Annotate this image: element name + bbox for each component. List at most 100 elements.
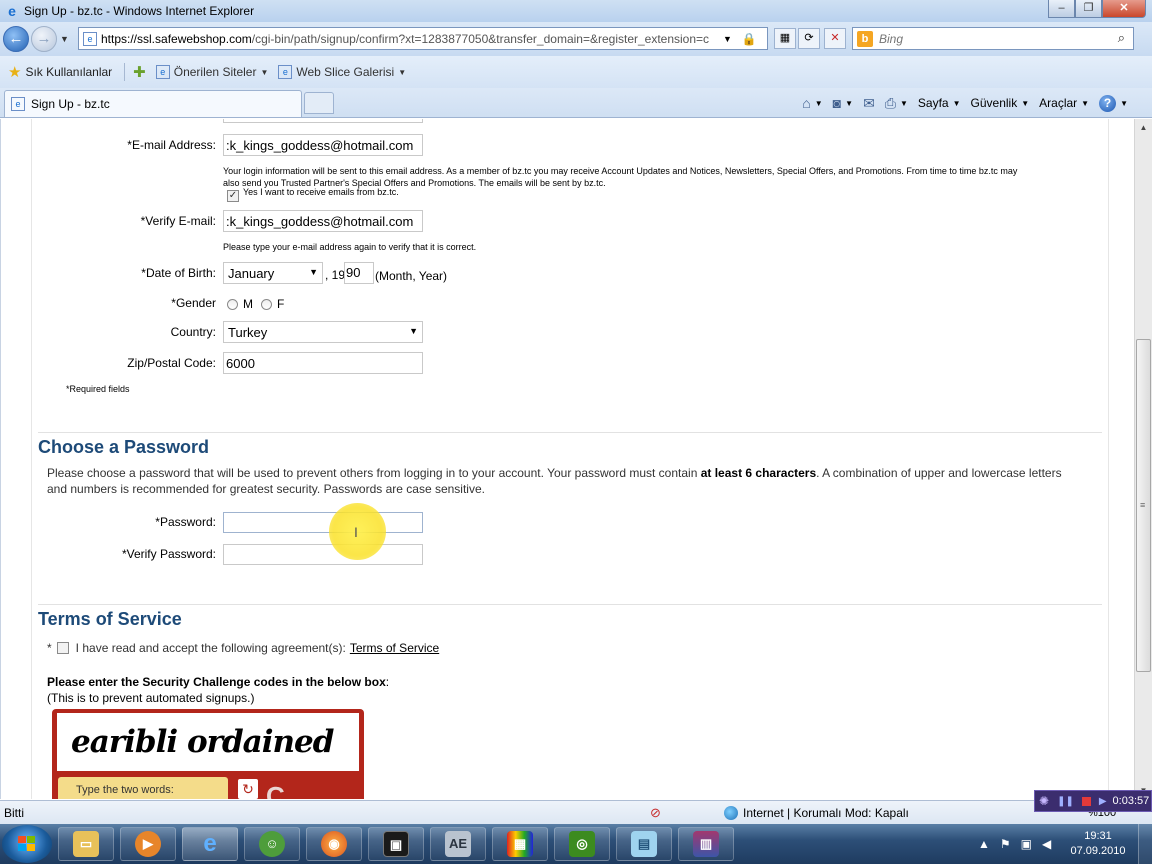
tos-link[interactable]: Terms of Service bbox=[350, 641, 439, 655]
favorites-label: Sık Kullanılanlar bbox=[25, 65, 113, 79]
gender-label: *Gender bbox=[171, 296, 216, 310]
gender-m-radio[interactable] bbox=[227, 298, 238, 310]
web-slice-gallery-label: Web Slice Galerisi bbox=[296, 65, 395, 79]
gender-f-radio[interactable] bbox=[261, 298, 272, 310]
help-menu[interactable]: ? ▼ bbox=[1099, 94, 1128, 112]
tab-signup[interactable]: e Sign Up - bz.tc bbox=[4, 90, 302, 117]
stop-recording-icon[interactable] bbox=[1081, 796, 1091, 806]
film-icon: ▦ bbox=[507, 831, 533, 857]
start-button[interactable] bbox=[2, 825, 52, 863]
status-text: Bitti bbox=[4, 806, 25, 820]
suggested-sites-link[interactable]: e Önerilen Siteler ▼ bbox=[155, 65, 268, 79]
tos-checkbox[interactable] bbox=[56, 642, 69, 654]
restore-button[interactable]: ❐ bbox=[1075, 0, 1102, 18]
search-input[interactable] bbox=[879, 31, 1109, 46]
action-center-icon[interactable]: ⚑ bbox=[1000, 837, 1011, 851]
taskbar-explorer[interactable]: ▭ bbox=[58, 827, 114, 861]
home-button[interactable]: ⌂ ▼ bbox=[802, 95, 822, 111]
password-field[interactable] bbox=[223, 512, 423, 533]
zone-text: Internet | Korumalı Mod: Kapalı bbox=[743, 806, 909, 820]
media-center-icon: ▣ bbox=[383, 831, 409, 857]
taskbar-media-center[interactable]: ▣ bbox=[368, 827, 424, 861]
pause-icon[interactable]: ❚❚ bbox=[1057, 796, 1074, 807]
after-effects-icon: AE bbox=[445, 831, 471, 857]
search-icon[interactable]: ⌕ bbox=[1118, 30, 1125, 46]
captcha-refresh-icon[interactable]: ↻ bbox=[238, 779, 258, 799]
minimize-button[interactable]: ‒ bbox=[1048, 0, 1075, 18]
vertical-scrollbar[interactable]: ▲ ≡ ▼ bbox=[1134, 119, 1152, 799]
text-cursor-icon: I bbox=[354, 524, 358, 540]
optin-checkbox[interactable]: ✓ bbox=[227, 190, 239, 202]
clock[interactable]: 19:31 07.09.2010 bbox=[1068, 829, 1128, 859]
mail-button[interactable]: ✉ bbox=[863, 95, 875, 112]
scroll-up-icon[interactable]: ▲ bbox=[1135, 119, 1152, 136]
new-tab-button[interactable] bbox=[304, 92, 334, 114]
dob-year-prefix: , 19 bbox=[325, 268, 346, 282]
taskbar-media-player[interactable]: ▶ bbox=[120, 827, 176, 861]
page-menu[interactable]: Sayfa ▼ bbox=[918, 96, 961, 110]
taskbar-internet-explorer[interactable]: e bbox=[182, 827, 238, 861]
country-select[interactable]: Turkey ▼ bbox=[223, 321, 423, 343]
scroll-thumb[interactable]: ≡ bbox=[1136, 339, 1151, 672]
print-icon: ⎙ bbox=[884, 94, 896, 111]
taskbar: ▭ ▶ e ☺ ◉ ▣ AE ▦ ◎ ▤ ▥ ▲ ⚑ ▣ ◀ 19:31 07.… bbox=[0, 824, 1152, 864]
dob-year-field[interactable]: 90 bbox=[344, 262, 374, 284]
recording-time: 0:03:57 bbox=[1112, 795, 1150, 807]
stop-icon[interactable]: ✕ bbox=[824, 28, 846, 49]
country-label: Country: bbox=[170, 325, 216, 339]
tab-label: Sign Up - bz.tc bbox=[31, 97, 110, 111]
search-box[interactable]: b ⌕ bbox=[852, 27, 1134, 50]
safety-menu[interactable]: Güvenlik ▼ bbox=[971, 96, 1030, 110]
web-slice-gallery-link[interactable]: e Web Slice Galerisi ▼ bbox=[278, 65, 406, 79]
refresh-icon[interactable]: ⟳ bbox=[798, 28, 820, 49]
taskbar-nvidia[interactable]: ◎ bbox=[554, 827, 610, 861]
tray-expand-icon[interactable]: ▲ bbox=[978, 837, 990, 851]
url-text[interactable]: https://ssl.safewebshop.com/cgi-bin/path… bbox=[101, 32, 717, 46]
print-button[interactable]: ⎙ ▼ bbox=[885, 95, 908, 112]
taskbar-messenger[interactable]: ☺ bbox=[244, 827, 300, 861]
tos-accept-label: I have read and accept the following agr… bbox=[75, 641, 346, 655]
taskbar-film-editor[interactable]: ▦ bbox=[492, 827, 548, 861]
show-desktop-button[interactable] bbox=[1138, 824, 1152, 864]
winrar-icon: ▥ bbox=[693, 831, 719, 857]
page-icon: e bbox=[83, 31, 97, 46]
captcha-image: earibli ordained bbox=[57, 713, 359, 771]
address-bar[interactable]: e https://ssl.safewebshop.com/cgi-bin/pa… bbox=[78, 27, 768, 50]
popup-blocked-icon[interactable]: ⊘ bbox=[650, 805, 661, 821]
system-tray: ▲ ⚑ ▣ ◀ 19:31 07.09.2010 bbox=[968, 824, 1152, 864]
dob-month-select[interactable]: January ▼ bbox=[223, 262, 323, 284]
taskbar-after-effects[interactable]: AE bbox=[430, 827, 486, 861]
security-zone[interactable]: Internet | Korumalı Mod: Kapalı bbox=[724, 806, 909, 820]
history-dropdown-icon[interactable]: ▼ bbox=[60, 34, 69, 44]
command-bar: ⌂ ▼ ◙ ▼ ✉ ⎙ ▼ Sayfa ▼ Güvenlik ▼ Araçlar ▼ ? ▼ bbox=[792, 91, 1152, 115]
back-button[interactable]: ← bbox=[3, 26, 29, 52]
verify-email-field[interactable]: :k_kings_goddess@hotmail.com bbox=[223, 210, 423, 232]
mail-icon: ✉ bbox=[863, 94, 875, 111]
volume-icon[interactable]: ◀ bbox=[1042, 837, 1051, 851]
compatibility-view-icon[interactable]: ▦ bbox=[774, 28, 796, 49]
taskbar-notepad[interactable]: ▤ bbox=[616, 827, 672, 861]
network-icon[interactable]: ▣ bbox=[1021, 837, 1032, 851]
verify-password-field[interactable] bbox=[223, 544, 423, 565]
grip-icon: ≡ bbox=[1140, 500, 1146, 510]
previous-field[interactable] bbox=[223, 119, 423, 123]
window-title: Sign Up - bz.tc - Windows Internet Explo… bbox=[24, 4, 255, 18]
forward-button[interactable]: → bbox=[31, 26, 57, 52]
lock-icon[interactable]: 🔒 bbox=[742, 32, 757, 46]
page-icon: e bbox=[278, 65, 293, 79]
url-dropdown-icon[interactable]: ▼ bbox=[723, 34, 732, 44]
zip-field[interactable]: 6000 bbox=[223, 352, 423, 374]
email-field[interactable]: :k_kings_goddess@hotmail.com bbox=[223, 134, 423, 156]
play-icon[interactable]: ▶ bbox=[1099, 796, 1107, 807]
help-icon: ? bbox=[1099, 94, 1117, 112]
windows-flag-icon bbox=[18, 836, 36, 852]
tools-menu[interactable]: Araçlar ▼ bbox=[1039, 96, 1089, 110]
dob-month-value: January bbox=[228, 266, 275, 281]
close-button[interactable]: ✕ bbox=[1102, 0, 1146, 18]
zip-label: Zip/Postal Code: bbox=[127, 356, 216, 370]
feeds-button[interactable]: ◙ ▼ bbox=[833, 95, 853, 111]
taskbar-winrar[interactable]: ▥ bbox=[678, 827, 734, 861]
add-to-favorites-icon[interactable]: ✚ bbox=[133, 63, 146, 81]
favorites-button[interactable]: ★ Sık Kullanılanlar bbox=[8, 63, 112, 81]
taskbar-firefox[interactable]: ◉ bbox=[306, 827, 362, 861]
